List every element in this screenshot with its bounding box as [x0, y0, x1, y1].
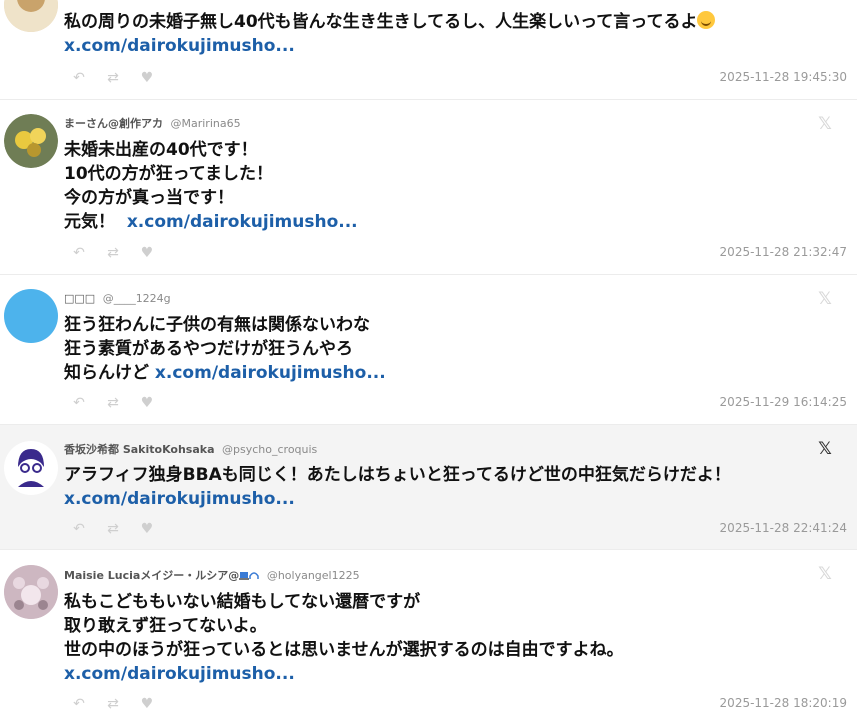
tweet-line: 元気！ — [64, 212, 115, 232]
tweet-line: アラフィフ独身BBAも同じく！あたしはちょいと狂ってるけど世の中狂気だらけだよ！ — [64, 465, 731, 485]
display-name[interactable]: □□□ — [64, 292, 95, 305]
tweet-text: 私の周りの未婚子無し40代も皆んな生き生きしてるし、人生楽しいって言ってるよ x… — [64, 10, 817, 58]
tweet-line: 10代の方が狂ってました！ — [64, 164, 273, 184]
tweet-card[interactable]: 香坂沙希都 SakitoKohsaka @psycho_croquis 𝕏 アラ… — [0, 425, 857, 550]
tweet-link[interactable]: x.com/dairokujimusho... — [64, 489, 295, 509]
reply-icon[interactable]: ↶ — [72, 245, 86, 261]
avatar[interactable] — [4, 565, 58, 619]
tweet-text: アラフィフ独身BBAも同じく！あたしはちょいと狂ってるけど世の中狂気だらけだよ！… — [64, 463, 817, 511]
timestamp[interactable]: 2025-11-28 18:20:19 — [720, 696, 847, 710]
retweet-icon[interactable]: ⇄ — [106, 70, 120, 86]
tweet-text: 未婚未出産の40代です！ 10代の方が狂ってました！ 今の方が真っ当です！ 元気… — [64, 138, 817, 234]
tweet-card[interactable]: まーさん@創作アカ @Maririna65 𝕏 未婚未出産の40代です！ 10代… — [0, 100, 857, 275]
headphones-icon — [249, 572, 260, 579]
tweet-text: 私もこどももいない結婚もしてない還暦ですが 取り敢えず狂ってないよ。 世の中のほ… — [64, 590, 817, 686]
reply-icon[interactable]: ↶ — [72, 521, 86, 537]
tweet-actions: ↶ ⇄ ♥ — [72, 693, 174, 712]
tweet-actions: ↶ ⇄ ♥ — [72, 67, 174, 86]
tweet-line: 未婚未出産の40代です！ — [64, 140, 258, 160]
x-logo-icon[interactable]: 𝕏 — [817, 0, 833, 3]
tweet-meta: まーさん@創作アカ @Maririna65 — [64, 115, 241, 131]
tweet-meta: 香坂沙希都 SakitoKohsaka @psycho_croquis — [64, 441, 317, 457]
retweet-icon[interactable]: ⇄ — [106, 245, 120, 261]
like-icon[interactable]: ♥ — [140, 521, 154, 537]
x-logo-icon[interactable]: 𝕏 — [817, 441, 833, 458]
tweet-actions: ↶ ⇄ ♥ — [72, 242, 174, 261]
tweet-line: 私の周りの未婚子無し40代も皆んな生き生きしてるし、人生楽しいって言ってるよ — [64, 12, 698, 32]
tweet-line: 狂う狂わんに子供の有無は関係ないわな — [64, 315, 370, 335]
x-logo-icon[interactable]: 𝕏 — [817, 116, 833, 133]
display-name[interactable]: まーさん@創作アカ — [64, 117, 163, 130]
laptop-icon — [239, 572, 250, 580]
avatar[interactable] — [4, 0, 58, 32]
avatar[interactable] — [4, 289, 58, 343]
tweet-meta: □□□ @____1224g — [64, 292, 171, 305]
tweet-line: 狂う素質があるやつだけが狂うんやろ — [64, 339, 353, 359]
tweet-card[interactable]: 𝕏 私の周りの未婚子無し40代も皆んな生き生きしてるし、人生楽しいって言ってるよ… — [0, 0, 857, 100]
tweet-line: 知らんけど — [64, 363, 149, 383]
timestamp[interactable]: 2025-11-28 22:41:24 — [720, 521, 847, 535]
reply-icon[interactable]: ↶ — [72, 395, 86, 411]
tweet-line: 世の中のほうが狂っているとは思いませんが選択するのは自由ですよね。 — [64, 640, 624, 660]
tweet-link[interactable]: x.com/dairokujimusho... — [127, 212, 358, 232]
tweet-meta: Maisie Luciaメイジー・ルシア@ @holyangel1225 — [64, 567, 360, 583]
handle[interactable]: @psycho_croquis — [222, 443, 317, 456]
timestamp[interactable]: 2025-11-29 16:14:25 — [720, 395, 847, 409]
handle[interactable]: @holyangel1225 — [267, 569, 360, 582]
tweet-card[interactable]: Maisie Luciaメイジー・ルシア@ @holyangel1225 𝕏 私… — [0, 550, 857, 720]
tweet-actions: ↶ ⇄ ♥ — [72, 392, 174, 411]
timestamp[interactable]: 2025-11-28 19:45:30 — [720, 70, 847, 84]
like-icon[interactable]: ♥ — [140, 245, 154, 261]
avatar[interactable] — [4, 114, 58, 168]
retweet-icon[interactable]: ⇄ — [106, 395, 120, 411]
display-name[interactable]: 香坂沙希都 SakitoKohsaka — [64, 443, 215, 456]
x-logo-icon[interactable]: 𝕏 — [817, 291, 833, 308]
tweet-card[interactable]: □□□ @____1224g 𝕏 狂う狂わんに子供の有無は関係ないわな 狂う素質… — [0, 275, 857, 425]
tweet-line: 取り敢えず狂ってないよ。 — [64, 616, 267, 636]
tweet-actions: ↶ ⇄ ♥ — [72, 518, 174, 537]
tweet-line: 私もこどももいない結婚もしてない還暦ですが — [64, 592, 421, 612]
tweet-link[interactable]: x.com/dairokujimusho... — [64, 36, 295, 56]
display-name[interactable]: Maisie Luciaメイジー・ルシア@ — [64, 569, 239, 582]
tweet-link[interactable]: x.com/dairokujimusho... — [64, 664, 295, 684]
like-icon[interactable]: ♥ — [140, 70, 154, 86]
like-icon[interactable]: ♥ — [140, 696, 154, 712]
retweet-icon[interactable]: ⇄ — [106, 696, 120, 712]
reply-icon[interactable]: ↶ — [72, 696, 86, 712]
tweet-line: 今の方が真っ当です！ — [64, 188, 234, 208]
handle[interactable]: @Maririna65 — [171, 117, 241, 130]
tweet-link[interactable]: x.com/dairokujimusho... — [155, 363, 386, 383]
handle[interactable]: @____1224g — [103, 292, 171, 305]
x-logo-icon[interactable]: 𝕏 — [817, 566, 833, 583]
reply-icon[interactable]: ↶ — [72, 70, 86, 86]
tweet-text: 狂う狂わんに子供の有無は関係ないわな 狂う素質があるやつだけが狂うんやろ 知らん… — [64, 313, 817, 385]
smiling-face-emoji-icon — [697, 11, 716, 29]
like-icon[interactable]: ♥ — [140, 395, 154, 411]
avatar[interactable] — [4, 441, 58, 495]
retweet-icon[interactable]: ⇄ — [106, 521, 120, 537]
timestamp[interactable]: 2025-11-28 21:32:47 — [720, 245, 847, 259]
